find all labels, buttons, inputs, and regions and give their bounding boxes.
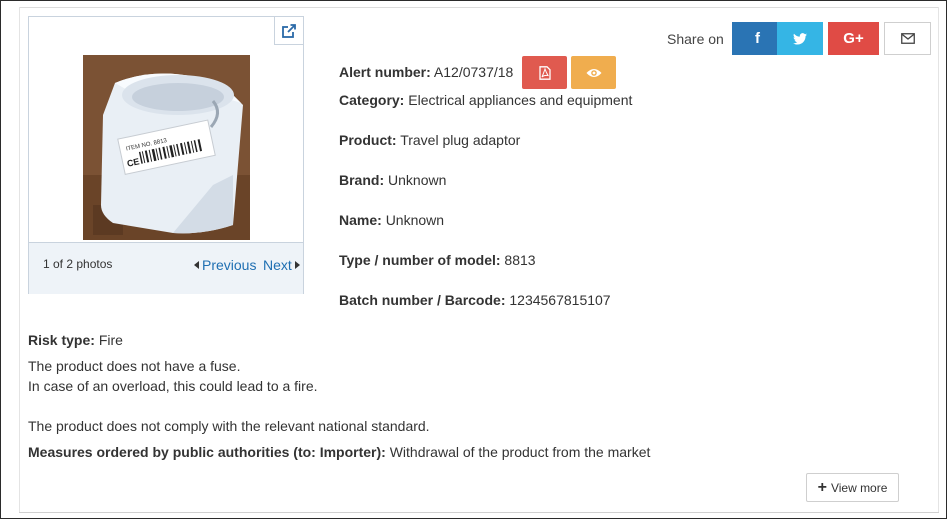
risk-type-label: Risk type: xyxy=(28,332,95,348)
risk-description-line: In case of an overload, this could lead … xyxy=(28,378,318,394)
brand-field: Brand: Unknown xyxy=(339,172,446,188)
pdf-icon xyxy=(538,65,551,80)
alert-number-value: A12/0737/18 xyxy=(433,64,514,80)
photo-gallery: ITEM NO. 8813 CE 1 of 2 photos Previous … xyxy=(28,16,304,294)
type-model-value: 8813 xyxy=(504,252,536,268)
risk-description-line: The product does not have a fuse. xyxy=(28,358,241,374)
category-field: Category: Electrical appliances and equi… xyxy=(339,92,632,108)
photo-count: 1 of 2 photos xyxy=(43,257,113,271)
category-value: Electrical appliances and equipment xyxy=(408,92,633,108)
product-value: Travel plug adaptor xyxy=(400,132,521,148)
email-share-button[interactable] xyxy=(884,22,931,55)
twitter-icon xyxy=(793,32,807,45)
twitter-share-button[interactable] xyxy=(777,22,823,55)
risk-description-line: The product does not comply with the rel… xyxy=(28,418,430,434)
caret-left-icon xyxy=(194,261,199,269)
name-value: Unknown xyxy=(385,212,445,228)
next-photo-link[interactable]: Next xyxy=(263,257,300,273)
measures-field: Measures ordered by public authorities (… xyxy=(28,444,650,460)
product-field: Product: Travel plug adaptor xyxy=(339,132,520,148)
category-label: Category: xyxy=(339,92,405,108)
type-model-field: Type / number of model: 8813 xyxy=(339,252,536,268)
alert-number-label: Alert number: xyxy=(339,64,431,80)
facebook-share-button[interactable]: f xyxy=(732,22,783,55)
expand-photo-button[interactable] xyxy=(274,16,304,45)
inner-border-left xyxy=(19,7,20,512)
inner-border-top xyxy=(19,7,939,8)
batch-label: Batch number / Barcode: xyxy=(339,292,506,308)
measures-value: Withdrawal of the product from the marke… xyxy=(389,444,651,460)
google-plus-icon: G+ xyxy=(843,30,864,47)
plug-adaptor-image: ITEM NO. 8813 CE xyxy=(83,55,250,240)
brand-label: Brand: xyxy=(339,172,385,188)
previous-label: Previous xyxy=(202,257,257,273)
external-link-icon xyxy=(282,23,296,38)
inner-border-bottom xyxy=(19,512,939,513)
product-photo[interactable]: ITEM NO. 8813 CE xyxy=(83,55,250,240)
measures-label: Measures ordered by public authorities (… xyxy=(28,444,386,460)
envelope-icon xyxy=(900,33,915,44)
name-label: Name: xyxy=(339,212,382,228)
previous-photo-link[interactable]: Previous xyxy=(194,257,256,273)
product-label: Product: xyxy=(339,132,397,148)
view-button[interactable] xyxy=(571,56,616,89)
photo-footer: 1 of 2 photos Previous Next xyxy=(29,242,303,294)
eye-icon xyxy=(586,68,601,77)
name-field: Name: Unknown xyxy=(339,212,444,228)
batch-value: 1234567815107 xyxy=(509,292,611,308)
brand-value: Unknown xyxy=(388,172,447,188)
type-model-label: Type / number of model: xyxy=(339,252,501,268)
alert-card: ITEM NO. 8813 CE 1 of 2 photos Previous … xyxy=(0,0,947,519)
batch-field: Batch number / Barcode: 1234567815107 xyxy=(339,292,611,308)
google-plus-share-button[interactable]: G+ xyxy=(828,22,879,55)
alert-number-field: Alert number: A12/0737/18 xyxy=(339,64,513,80)
risk-type-value: Fire xyxy=(98,332,123,348)
plus-icon: + xyxy=(817,478,827,496)
caret-right-icon xyxy=(294,261,300,269)
view-more-button[interactable]: + View more xyxy=(806,473,899,502)
risk-type-field: Risk type: Fire xyxy=(28,332,123,348)
inner-border-right xyxy=(938,7,939,512)
view-more-label: View more xyxy=(830,480,888,495)
next-label: Next xyxy=(263,257,292,273)
pdf-download-button[interactable] xyxy=(522,56,567,89)
facebook-icon: f xyxy=(755,30,760,47)
share-label: Share on xyxy=(667,31,724,47)
